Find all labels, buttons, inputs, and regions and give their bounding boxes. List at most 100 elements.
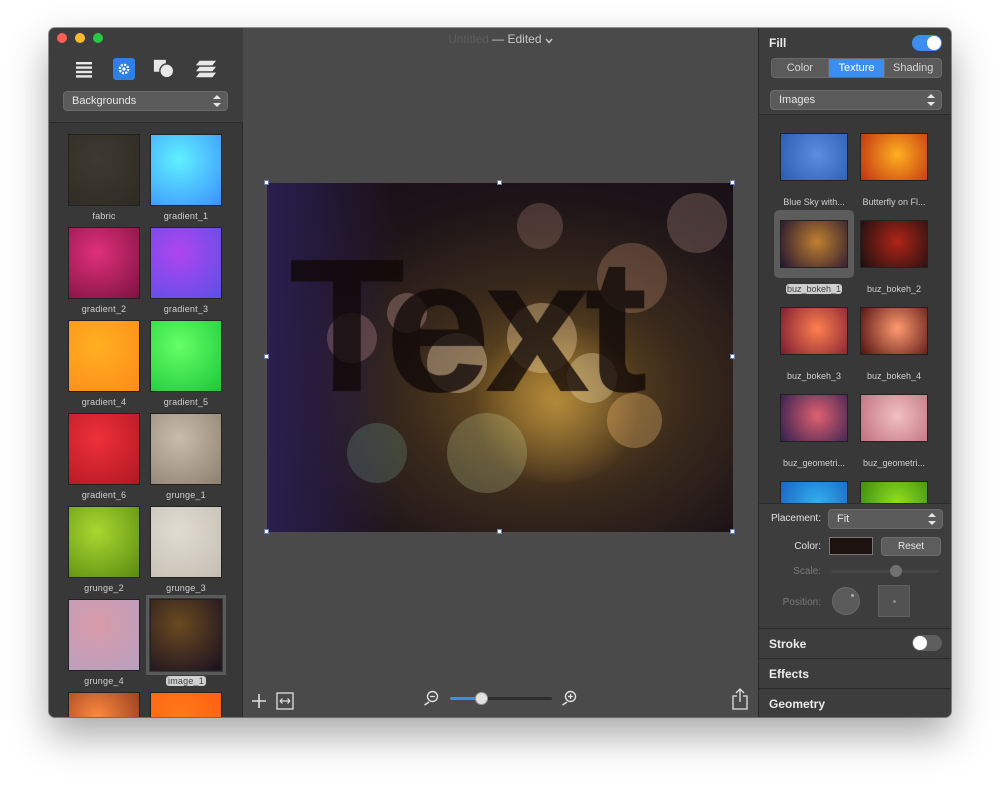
position-offset-pad[interactable] bbox=[878, 585, 910, 617]
background-item[interactable]: fabric bbox=[65, 134, 143, 221]
canvas-text-layer[interactable]: Text bbox=[289, 231, 648, 421]
resize-handle-top-left[interactable] bbox=[264, 180, 269, 185]
resize-handle-right[interactable] bbox=[730, 354, 735, 359]
texture-item[interactable]: buz_bokeh_2 bbox=[854, 220, 934, 294]
texture-thumbnail[interactable] bbox=[780, 394, 848, 442]
resize-handle-top-right[interactable] bbox=[730, 180, 735, 185]
tab-texture[interactable]: Texture bbox=[828, 59, 886, 77]
texture-thumbnail[interactable] bbox=[860, 481, 928, 503]
color-well[interactable] bbox=[829, 537, 873, 555]
tab-color[interactable]: Color bbox=[772, 59, 829, 77]
window-title: Untitled — Edited bbox=[244, 32, 757, 47]
texture-thumbnail[interactable] bbox=[780, 220, 848, 268]
background-item[interactable]: gradient_6 bbox=[65, 413, 143, 500]
background-item[interactable]: grunge_2 bbox=[65, 506, 143, 593]
background-thumbnail[interactable] bbox=[150, 227, 222, 299]
texture-label: buz_bokeh_1 bbox=[786, 284, 842, 294]
zoom-slider[interactable] bbox=[450, 692, 552, 705]
layers-icon[interactable] bbox=[195, 58, 217, 80]
background-item[interactable]: gradient_2 bbox=[65, 227, 143, 314]
document-status[interactable]: Edited bbox=[508, 32, 542, 46]
texture-item[interactable]: Butterfly on Fl... bbox=[854, 133, 934, 207]
background-thumbnail[interactable] bbox=[68, 692, 140, 717]
background-thumbnail[interactable] bbox=[68, 599, 140, 671]
texture-thumbnail[interactable] bbox=[780, 133, 848, 181]
background-thumbnail[interactable] bbox=[146, 595, 226, 675]
reset-button[interactable]: Reset bbox=[881, 537, 941, 556]
close-window-button[interactable] bbox=[57, 33, 67, 43]
texture-thumbnail[interactable] bbox=[860, 394, 928, 442]
texture-item[interactable]: buz_geometri... bbox=[854, 394, 934, 468]
share-button[interactable] bbox=[731, 688, 749, 710]
resize-handle-left[interactable] bbox=[264, 354, 269, 359]
color-label: Color: bbox=[794, 541, 821, 552]
background-item[interactable]: gradient_5 bbox=[147, 320, 225, 407]
texture-thumbnail[interactable] bbox=[860, 307, 928, 355]
shapes-icon[interactable] bbox=[153, 58, 175, 80]
fit-width-button[interactable] bbox=[276, 692, 294, 710]
resize-handle-bottom[interactable] bbox=[497, 529, 502, 534]
gear-icon[interactable] bbox=[113, 58, 135, 80]
canvas-area: Untitled — Edited Text bbox=[244, 28, 757, 717]
zoom-out-icon[interactable] bbox=[423, 690, 439, 706]
background-thumbnail[interactable] bbox=[68, 413, 140, 485]
background-item[interactable]: grunge_4 bbox=[65, 599, 143, 686]
texture-thumbnail[interactable] bbox=[860, 220, 928, 268]
texture-item[interactable]: Blue Sky with... bbox=[774, 133, 854, 207]
background-item[interactable]: gradient_3 bbox=[147, 227, 225, 314]
texture-thumbnail[interactable] bbox=[780, 307, 848, 355]
stroke-toggle[interactable] bbox=[912, 635, 942, 651]
background-item[interactable]: gradient_4 bbox=[65, 320, 143, 407]
texture-item[interactable]: buz_geometri... bbox=[774, 394, 854, 468]
scale-slider[interactable] bbox=[831, 565, 939, 577]
zoom-slider-knob[interactable] bbox=[474, 692, 488, 705]
design-canvas[interactable]: Text bbox=[267, 183, 733, 532]
background-item[interactable] bbox=[65, 692, 143, 717]
minimize-window-button[interactable] bbox=[75, 33, 85, 43]
background-thumbnail[interactable] bbox=[150, 413, 222, 485]
resize-handle-bottom-left[interactable] bbox=[264, 529, 269, 534]
texture-label: buz_geometri... bbox=[862, 458, 926, 468]
texture-item[interactable]: buz_bokeh_1 bbox=[774, 210, 854, 294]
background-thumbnail[interactable] bbox=[150, 692, 222, 717]
resize-handle-bottom-right[interactable] bbox=[730, 529, 735, 534]
fill-type-segmented-control[interactable]: Color Texture Shading bbox=[771, 58, 942, 78]
zoom-window-button[interactable] bbox=[93, 33, 103, 43]
background-item[interactable]: grunge_1 bbox=[147, 413, 225, 500]
background-thumbnail[interactable] bbox=[68, 320, 140, 392]
background-label: gradient_5 bbox=[163, 397, 209, 407]
effects-section-title[interactable]: Effects bbox=[769, 667, 809, 681]
stroke-section-title[interactable]: Stroke bbox=[769, 637, 806, 651]
background-item[interactable] bbox=[147, 692, 225, 717]
background-thumbnail[interactable] bbox=[150, 506, 222, 578]
title-separator: — bbox=[492, 32, 505, 46]
zoom-in-icon[interactable] bbox=[561, 690, 577, 706]
geometry-section-title[interactable]: Geometry bbox=[769, 697, 825, 711]
category-popup[interactable]: Backgrounds bbox=[63, 91, 228, 111]
list-icon[interactable] bbox=[73, 58, 95, 80]
placement-popup[interactable]: Fit bbox=[828, 509, 943, 529]
background-thumbnail[interactable] bbox=[68, 506, 140, 578]
texture-item[interactable]: buz_bokeh_4 bbox=[854, 307, 934, 381]
background-thumbnail[interactable] bbox=[150, 320, 222, 392]
texture-item[interactable]: buz_bokeh_3 bbox=[774, 307, 854, 381]
background-thumbnail[interactable] bbox=[68, 227, 140, 299]
position-angle-dial[interactable] bbox=[832, 587, 860, 615]
scale-slider-knob[interactable] bbox=[889, 565, 902, 577]
background-item[interactable]: grunge_3 bbox=[147, 506, 225, 593]
background-item[interactable]: gradient_1 bbox=[147, 134, 225, 221]
texture-thumbnail[interactable] bbox=[780, 481, 848, 503]
bokeh-circle bbox=[347, 423, 407, 483]
add-layer-button[interactable] bbox=[251, 693, 267, 709]
resize-handle-top[interactable] bbox=[497, 180, 502, 185]
texture-thumbnail[interactable] bbox=[860, 133, 928, 181]
chevron-down-icon[interactable] bbox=[545, 33, 553, 47]
fill-toggle[interactable] bbox=[912, 35, 942, 51]
tab-shading[interactable]: Shading bbox=[885, 59, 941, 77]
background-item[interactable]: image_1 bbox=[146, 595, 226, 686]
background-thumbnail[interactable] bbox=[68, 134, 140, 206]
background-thumbnail[interactable] bbox=[150, 134, 222, 206]
texture-source-popup[interactable]: Images bbox=[770, 90, 942, 110]
texture-item[interactable] bbox=[774, 481, 854, 503]
texture-item[interactable] bbox=[854, 481, 934, 503]
